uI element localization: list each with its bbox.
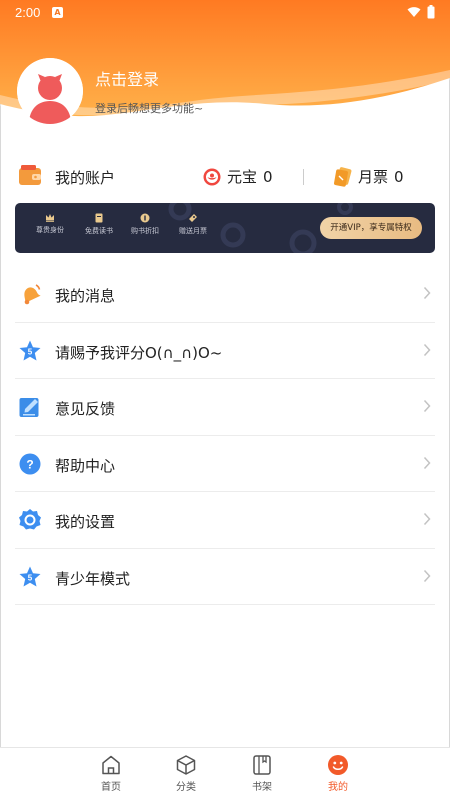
nav-label: 我的 (328, 782, 348, 793)
account-divider (303, 169, 304, 185)
account-label: 我的账户 (55, 169, 116, 187)
menu-item-label: 我的设置 (55, 513, 116, 531)
vip-perk-label: 尊贵身份 (36, 226, 64, 234)
menu-item-settings[interactable]: 我的设置 (0, 492, 450, 549)
wifi-icon (407, 7, 421, 17)
ticket-icon (189, 214, 197, 222)
menu-item-label: 青少年模式 (55, 569, 131, 588)
login-subtitle: 登录后畅想更多功能~ (95, 102, 204, 115)
menu-item-rate[interactable]: 5 请赐予我评分O(∩_∩)O~ (0, 323, 450, 379)
status-icons (407, 5, 435, 19)
menu-item-feedback[interactable]: 意见反馈 (0, 379, 450, 436)
vip-perk: 购书折扣 (125, 213, 165, 236)
login-title[interactable]: 点击登录 (95, 66, 159, 90)
avatar[interactable] (17, 58, 83, 124)
vip-perk: 免费读书 (79, 213, 119, 236)
vip-perk-label: 购书折扣 (131, 227, 159, 235)
notification-icon: A (52, 7, 63, 18)
status-time: 2:00 (15, 5, 41, 20)
yuepiao-value: 0 (394, 167, 404, 186)
coin-icon (140, 213, 150, 223)
yuepiao-balance[interactable]: 月票 0 (334, 166, 404, 187)
menu-item-messages[interactable]: 我的消息 (0, 266, 450, 323)
menu-list: 我的消息 5 请赐予我评分O(∩_∩)O~ 意见反馈 ? 帮助中心 我的设置 5… (0, 266, 450, 605)
menu-item-label: 我的消息 (55, 287, 116, 305)
yuanbao-label: 元宝 (227, 168, 258, 186)
menu-item-youth-mode[interactable]: 5 青少年模式 (0, 549, 450, 605)
menu-divider (15, 604, 435, 605)
account-row[interactable]: 我的账户 元宝 0 月票 0 (0, 158, 450, 194)
nav-label: 书架 (252, 782, 272, 793)
chevron-right-icon (423, 399, 431, 413)
monthly-ticket-icon (334, 166, 352, 187)
book-icon (95, 213, 103, 223)
bookshelf-icon (253, 755, 271, 775)
profile-icon (328, 755, 348, 775)
yuepiao-label: 月票 (358, 168, 389, 186)
help-icon: ? (19, 453, 41, 474)
chevron-right-icon (423, 286, 431, 300)
svg-text:5: 5 (28, 573, 33, 582)
menu-item-help[interactable]: ? 帮助中心 (0, 436, 450, 492)
vip-perk: 赠送月票 (173, 213, 213, 236)
yuanbao-icon (203, 168, 221, 185)
svg-text:5: 5 (28, 347, 33, 356)
menu-item-label: 意见反馈 (55, 400, 116, 418)
battery-icon (427, 5, 435, 19)
wallet-icon (19, 165, 41, 185)
nav-label: 分类 (176, 782, 196, 793)
vip-perk-label: 免费读书 (85, 227, 113, 235)
vip-perk: 尊贵身份 (30, 213, 70, 235)
crown-icon (46, 214, 54, 222)
bottom-nav: 首页 分类 书架 我的 (0, 747, 450, 797)
profile-header: 2:00 A 点击登录 登录后畅想更多功能~ (0, 0, 450, 135)
vip-banner[interactable]: 尊贵身份 免费读书 购书折扣 赠送月票 开通VIP，享专属特权 (15, 203, 435, 253)
default-avatar-icon (17, 58, 83, 124)
menu-item-label: 请赐予我评分O(∩_∩)O~ (55, 343, 223, 362)
nav-profile[interactable]: 我的 (318, 754, 358, 793)
nav-bookshelf[interactable]: 书架 (242, 754, 282, 793)
chevron-right-icon (423, 569, 431, 582)
yuanbao-balance[interactable]: 元宝 0 (203, 166, 273, 187)
nav-category[interactable]: 分类 (166, 754, 206, 793)
settings-icon (19, 509, 41, 530)
bell-icon (24, 284, 41, 305)
yuanbao-value: 0 (263, 167, 273, 186)
status-bar: 2:00 A (0, 0, 450, 26)
home-icon (102, 755, 120, 775)
chevron-right-icon (423, 512, 431, 526)
youth-mode-icon: 5 (19, 566, 41, 586)
open-vip-button[interactable]: 开通VIP，享专属特权 (320, 217, 422, 239)
nav-home[interactable]: 首页 (91, 754, 131, 793)
nav-label: 首页 (101, 782, 121, 793)
star-rating-icon: 5 (19, 340, 41, 360)
chevron-right-icon (423, 456, 431, 469)
menu-item-label: 帮助中心 (55, 456, 116, 475)
feedback-icon (19, 398, 39, 417)
category-icon (176, 755, 196, 775)
chevron-right-icon (423, 343, 431, 356)
vip-perk-label: 赠送月票 (179, 227, 207, 235)
svg-text:?: ? (26, 457, 33, 471)
